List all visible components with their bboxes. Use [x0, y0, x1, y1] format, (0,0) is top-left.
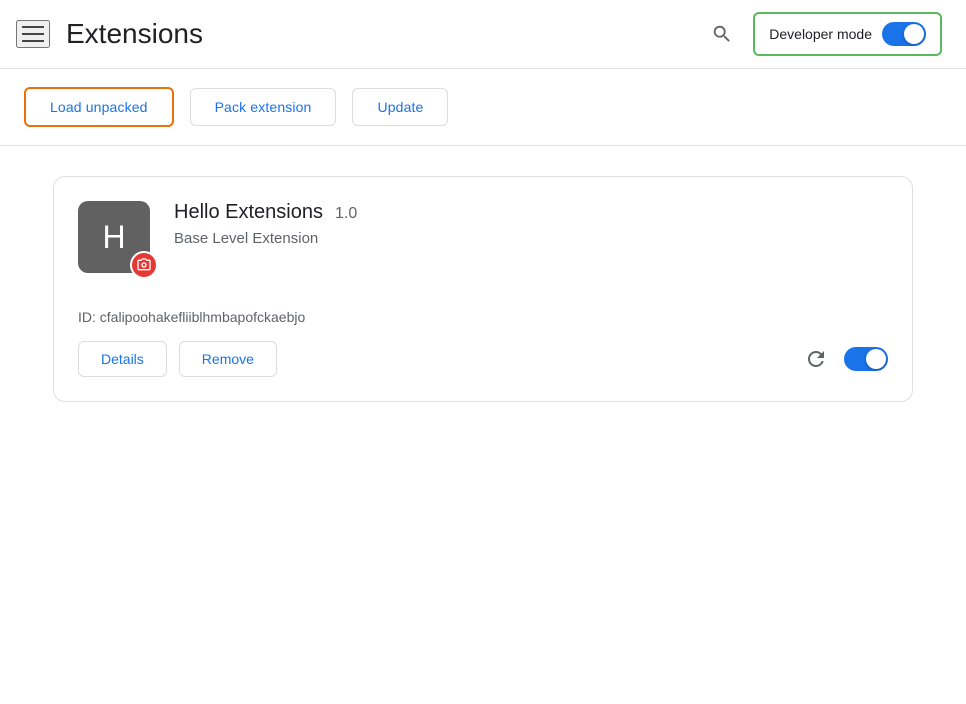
header-left: Extensions: [16, 18, 203, 50]
extension-icon-letter: H: [102, 219, 125, 256]
details-button[interactable]: Details: [78, 341, 167, 377]
pack-extension-button[interactable]: Pack extension: [190, 88, 337, 126]
extension-info: Hello Extensions 1.0 Base Level Extensio…: [174, 201, 888, 247]
camera-icon: [136, 257, 152, 273]
reload-button[interactable]: [804, 347, 828, 371]
extension-id-row: ID: cfalipoohakefliiblhmbapofckaebjo: [78, 293, 888, 333]
header-right: Developer mode: [707, 12, 942, 56]
developer-mode-container: Developer mode: [753, 12, 942, 56]
card-actions: Details Remove: [78, 333, 888, 377]
extension-toggle[interactable]: [844, 347, 888, 371]
remove-button[interactable]: Remove: [179, 341, 277, 377]
card-actions-right: [804, 347, 888, 371]
extension-icon-wrapper: H: [78, 201, 150, 273]
header: Extensions Developer mode: [0, 0, 966, 69]
extension-card: H Hello Extensions 1.0 Base Level Extens…: [53, 176, 913, 402]
menu-button[interactable]: [16, 20, 50, 48]
divider: [0, 145, 966, 146]
extension-version: 1.0: [335, 205, 357, 223]
developer-mode-label: Developer mode: [769, 26, 872, 42]
extension-name: Hello Extensions: [174, 201, 323, 224]
extension-description: Base Level Extension: [174, 230, 888, 247]
developer-mode-toggle[interactable]: [882, 22, 926, 46]
page-title: Extensions: [66, 18, 203, 50]
load-unpacked-button[interactable]: Load unpacked: [24, 87, 174, 127]
toolbar: Load unpacked Pack extension Update: [0, 69, 966, 145]
update-button[interactable]: Update: [352, 88, 448, 126]
extension-id: ID: cfalipoohakefliiblhmbapofckaebjo: [78, 309, 305, 325]
reload-icon: [804, 347, 828, 371]
extension-icon-badge: [130, 251, 158, 279]
extensions-list: H Hello Extensions 1.0 Base Level Extens…: [0, 166, 966, 412]
extension-name-row: Hello Extensions 1.0: [174, 201, 888, 224]
card-top: H Hello Extensions 1.0 Base Level Extens…: [78, 201, 888, 273]
search-button[interactable]: [707, 19, 737, 49]
